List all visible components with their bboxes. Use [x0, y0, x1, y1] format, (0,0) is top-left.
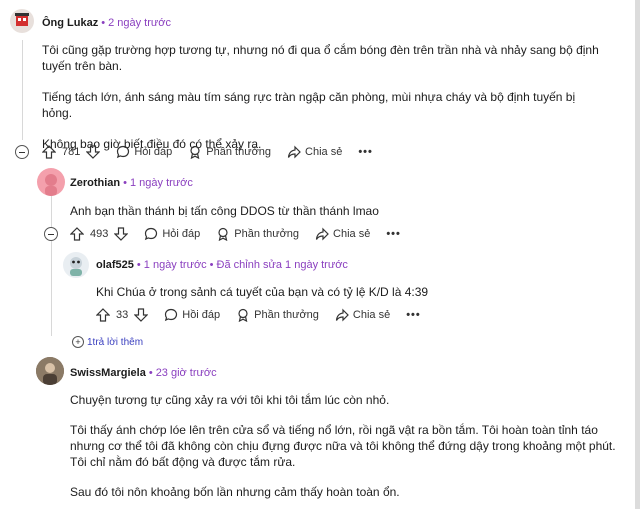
downvote-icon[interactable]: [114, 227, 129, 241]
timestamp[interactable]: 1 ngày trước: [144, 259, 207, 271]
avatar[interactable]: [36, 357, 64, 385]
comment-body: Anh bạn thần thánh bị tấn công DDOS từ t…: [70, 203, 610, 219]
more-replies-label: 1trả lời thêm: [87, 336, 144, 348]
award-label: Phần thưởng: [254, 309, 319, 321]
separator-dot: •: [136, 259, 141, 271]
edited-label: Đã chỉnh sửa 1 ngày trước: [216, 259, 348, 271]
share-label: Chia sẻ: [333, 228, 371, 240]
username[interactable]: Ông Lukaz: [42, 17, 98, 29]
comment-paragraph: Khi Chúa ở trong sảnh cá tuyết của bạn v…: [96, 285, 429, 299]
downvote-icon[interactable]: [86, 145, 101, 159]
share-icon: [335, 308, 349, 322]
reply-button[interactable]: Hỏi đáp: [116, 145, 172, 159]
share-label: Chia sẻ: [305, 146, 343, 158]
award-icon: [238, 308, 248, 322]
comment-actions: 493 Hỏi đáp Phần thưởng Chia sẻ •••: [70, 227, 401, 241]
separator-dot: •: [101, 17, 106, 29]
collapse-icon[interactable]: [44, 227, 58, 241]
award-icon: [218, 227, 228, 241]
upvote-icon[interactable]: [70, 227, 84, 241]
comment-paragraph: Sau đó tôi nôn khoảng bốn lần nhưng cảm …: [70, 485, 400, 499]
award-button[interactable]: Phần thưởng: [236, 308, 319, 322]
username[interactable]: SwissMargiela: [70, 367, 146, 379]
share-button[interactable]: Chia sẻ: [315, 227, 370, 241]
reply-button[interactable]: Hồi đáp: [164, 308, 220, 322]
vote-group: 33: [96, 308, 149, 322]
more-options-icon[interactable]: •••: [358, 146, 373, 158]
comment-meta: Zerothian • 1 ngày trước: [70, 177, 193, 189]
award-icon: [190, 145, 200, 159]
comment-paragraph: Tiếng tách lớn, ánh sáng màu tím sáng rự…: [42, 90, 576, 120]
award-label: Phần thưởng: [206, 146, 272, 158]
expand-icon: +: [72, 336, 84, 348]
comment-paragraph: Tôi cũng gặp trường hợp tương tự, nhưng …: [42, 43, 599, 73]
upvote-icon[interactable]: [42, 145, 56, 159]
avatar[interactable]: [63, 252, 89, 278]
vote-count: 781: [62, 146, 81, 158]
vote-group: 493: [70, 227, 129, 241]
upvote-icon[interactable]: [96, 308, 110, 322]
comment-meta: olaf525 • 1 ngày trước • Đã chỉnh sửa 1 …: [96, 259, 348, 271]
timestamp[interactable]: 23 giờ trước: [156, 367, 217, 379]
comment-paragraph: Tôi thấy ánh chớp lóe lên trên cửa sổ và…: [70, 423, 616, 469]
share-icon: [287, 145, 301, 159]
comment-body: Tôi cũng gặp trường hợp tương tự, nhưng …: [42, 42, 602, 152]
award-button[interactable]: Phần thưởng: [188, 145, 271, 159]
comment-bubble-icon: [145, 227, 158, 241]
reply-label: Hỏi đáp: [134, 146, 173, 158]
avatar[interactable]: [37, 168, 65, 196]
more-replies-link[interactable]: + 1trả lời thêm: [72, 336, 143, 348]
vote-count: 33: [116, 309, 129, 321]
comment-paragraph: Chuyện tương tự cũng xảy ra với tôi khi …: [70, 393, 390, 407]
avatar[interactable]: [10, 9, 34, 33]
award-button[interactable]: Phần thưởng: [216, 227, 299, 241]
comment-paragraph: Anh bạn thần thánh bị tấn công DDOS từ t…: [70, 204, 379, 218]
reply-label: Hồi đáp: [182, 309, 221, 321]
separator-dot: •: [209, 259, 214, 271]
comment-body: Khi Chúa ở trong sảnh cá tuyết của bạn v…: [96, 284, 606, 300]
separator-dot: •: [148, 367, 153, 379]
share-button[interactable]: Chia sẻ: [335, 308, 390, 322]
comment-actions: 781 Hỏi đáp Phần thưởng Chia sẻ •••: [42, 145, 373, 159]
share-button[interactable]: Chia sẻ: [287, 145, 342, 159]
more-options-icon[interactable]: •••: [386, 228, 401, 240]
share-label: Chia sẻ: [352, 309, 391, 321]
comment-bubble-icon: [165, 308, 178, 322]
username[interactable]: olaf525: [96, 259, 134, 271]
collapse-icon[interactable]: [15, 145, 29, 159]
vote-count: 493: [90, 228, 109, 240]
separator-dot: •: [123, 177, 127, 189]
comment-meta: Ông Lukaz • 2 ngày trước: [42, 17, 171, 29]
comment-body: Chuyện tương tự cũng xảy ra với tôi khi …: [70, 392, 630, 500]
share-icon: [315, 227, 329, 241]
reply-label: Hỏi đáp: [162, 228, 201, 240]
downvote-icon[interactable]: [134, 308, 149, 322]
award-label: Phần thưởng: [234, 228, 300, 240]
timestamp[interactable]: 1 ngày trước: [130, 177, 193, 189]
thread-line-3: [51, 241, 52, 336]
comment-actions: 33 Hồi đáp Phần thưởng Chia sẻ •••: [96, 308, 421, 322]
reply-button[interactable]: Hỏi đáp: [144, 227, 200, 241]
scrollbar[interactable]: [635, 0, 640, 509]
username[interactable]: Zerothian: [70, 177, 120, 189]
more-options-icon[interactable]: •••: [406, 309, 421, 321]
comment-bubble-icon: [117, 145, 130, 159]
timestamp[interactable]: 2 ngày trước: [108, 17, 171, 29]
vote-group: 781: [42, 145, 101, 159]
comment-meta: SwissMargiela • 23 giờ trước: [70, 367, 217, 379]
thread-line-1: [22, 40, 23, 140]
